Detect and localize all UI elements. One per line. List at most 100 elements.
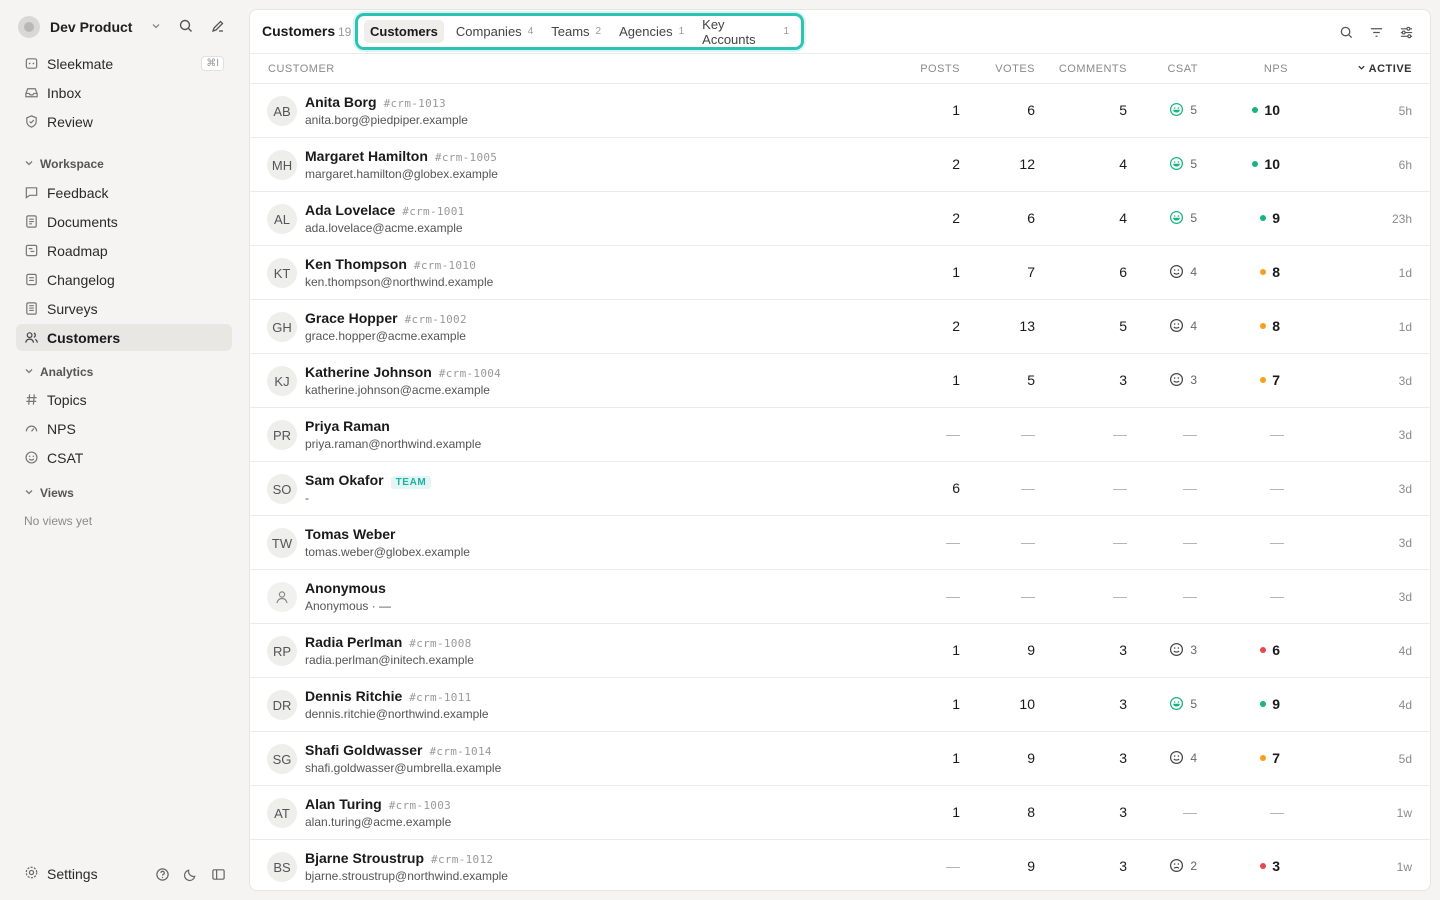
table-row[interactable]: AL Ada Lovelace #crm-1001 ada.lovelace@acme…: [250, 192, 1430, 246]
chat-icon: [23, 185, 39, 201]
customer-name[interactable]: Margaret Hamilton: [305, 148, 428, 164]
table-row[interactable]: BS Bjarne Stroustrup #crm-1012 bjarne.strou…: [250, 840, 1430, 890]
sidebar-item-label: Roadmap: [47, 242, 108, 259]
chevron-down-icon[interactable]: [150, 19, 162, 37]
table-row[interactable]: DR Dennis Ritchie #crm-1011 dennis.ritchie@…: [250, 678, 1430, 732]
sidebar-item-inbox[interactable]: Inbox: [16, 79, 232, 106]
tab-agencies[interactable]: Agencies 1: [613, 20, 690, 43]
csat-score: 4: [1169, 750, 1197, 765]
dark-mode-icon[interactable]: [182, 866, 198, 882]
workspace-name: Dev Product: [50, 19, 133, 35]
customer-name[interactable]: Grace Hopper: [305, 310, 398, 326]
sidebar-toggle-icon[interactable]: [210, 866, 226, 882]
table-row[interactable]: MH Margaret Hamilton #crm-1005 margaret.ham…: [250, 138, 1430, 192]
column-csat[interactable]: CSAT: [1167, 63, 1198, 75]
sidebar-item-roadmap[interactable]: Roadmap: [16, 237, 232, 264]
votes-count: 7: [1027, 264, 1035, 280]
changelog-icon: [23, 272, 39, 288]
last-active: 5d: [1398, 752, 1412, 766]
avatar: SO: [267, 474, 297, 504]
sort-desc-icon: [1357, 63, 1366, 75]
csat-value: 5: [1190, 696, 1197, 711]
section-analytics[interactable]: Analytics: [24, 365, 93, 379]
sidebar-item-sleekmate[interactable]: Sleekmate ⌘I: [16, 50, 232, 77]
column-active[interactable]: ACTIVE: [1357, 63, 1412, 75]
csat-value: 4: [1190, 318, 1197, 333]
sidebar-item-csat[interactable]: CSAT: [16, 444, 232, 471]
customer-name[interactable]: Tomas Weber: [305, 526, 396, 542]
customer-name[interactable]: Anita Borg: [305, 94, 377, 110]
customer-name[interactable]: Bjarne Stroustrup: [305, 850, 424, 866]
avatar: AL: [267, 204, 297, 234]
nps-value: 8: [1272, 318, 1280, 334]
nps-score: 8: [1260, 264, 1280, 280]
search-icon[interactable]: [1338, 24, 1354, 40]
sidebar-item-surveys[interactable]: Surveys: [16, 295, 232, 322]
tab-customers[interactable]: Customers: [364, 20, 444, 43]
smile-icon: [23, 450, 39, 466]
nps-score: —: [1270, 588, 1284, 604]
customer-name[interactable]: Katherine Johnson: [305, 364, 432, 380]
sidebar-item-review[interactable]: Review: [16, 108, 232, 135]
customer-name[interactable]: Radia Perlman: [305, 634, 402, 650]
filter-icon[interactable]: [1368, 24, 1384, 40]
customer-name[interactable]: Dennis Ritchie: [305, 688, 402, 704]
tab-companies[interactable]: Companies 4: [450, 20, 539, 43]
customer-name[interactable]: Shafi Goldwasser: [305, 742, 422, 758]
customer-name[interactable]: Anonymous: [305, 580, 386, 596]
table-row[interactable]: PR Priya Raman priya.raman@northwind.examp…: [250, 408, 1430, 462]
table-row[interactable]: GH Grace Hopper #crm-1002 grace.hopper@acme…: [250, 300, 1430, 354]
display-settings-icon[interactable]: [1398, 24, 1414, 40]
table-row[interactable]: AT Alan Turing #crm-1003 alan.turing@acme.e…: [250, 786, 1430, 840]
last-active: 3d: [1398, 590, 1412, 604]
search-icon[interactable]: [178, 18, 194, 39]
sidebar-item-documents[interactable]: Documents: [16, 208, 232, 235]
table-row[interactable]: RP Radia Perlman #crm-1008 radia.perlman@in…: [250, 624, 1430, 678]
customer-name[interactable]: Ken Thompson: [305, 256, 407, 272]
neutral-face-icon: [1169, 318, 1184, 333]
section-workspace[interactable]: Workspace: [24, 157, 104, 171]
table-row[interactable]: SO Sam Okafor TEAM - 6 — — — — 3d: [250, 462, 1430, 516]
sidebar-item-topics[interactable]: Topics: [16, 386, 232, 413]
sidebar-item-changelog[interactable]: Changelog: [16, 266, 232, 293]
avatar: TW: [267, 528, 297, 558]
column-posts[interactable]: POSTS: [920, 63, 960, 75]
column-comments[interactable]: COMMENTS: [1059, 63, 1127, 75]
table-row[interactable]: TW Tomas Weber tomas.weber@globex.example —…: [250, 516, 1430, 570]
customer-name[interactable]: Alan Turing: [305, 796, 382, 812]
workspace-switcher[interactable]: Dev Product: [18, 15, 232, 39]
table-row[interactable]: AB Anita Borg #crm-1013 anita.borg@piedpipe…: [250, 84, 1430, 138]
comments-count: 5: [1119, 318, 1127, 334]
tab-teams[interactable]: Teams 2: [545, 20, 607, 43]
customer-email: katherine.johnson@acme.example: [305, 383, 490, 397]
column-customer[interactable]: CUSTOMER: [268, 63, 335, 75]
posts-count: 6: [952, 480, 960, 496]
tab-count: 2: [595, 26, 602, 37]
nps-status-dot: [1260, 755, 1267, 761]
customer-name[interactable]: Sam Okafor: [305, 472, 384, 488]
help-icon[interactable]: [154, 866, 170, 882]
customer-name[interactable]: Ada Lovelace: [305, 202, 395, 218]
posts-count: 1: [952, 642, 960, 658]
sidebar-item-nps[interactable]: NPS: [16, 415, 232, 442]
table-row[interactable]: KT Ken Thompson #crm-1010 ken.thompson@nort…: [250, 246, 1430, 300]
compose-icon[interactable]: [210, 18, 226, 39]
avatar: RP: [267, 636, 297, 666]
sidebar-item-customers[interactable]: Customers: [16, 324, 232, 351]
column-votes[interactable]: VOTES: [995, 63, 1035, 75]
customer-email: radia.perlman@initech.example: [305, 653, 474, 667]
table-row[interactable]: SG Shafi Goldwasser #crm-1014 shafi.goldwas…: [250, 732, 1430, 786]
table-row[interactable]: KJ Katherine Johnson #crm-1004 katherine.jo…: [250, 354, 1430, 408]
comments-count: 3: [1119, 372, 1127, 388]
crm-id: #crm-1010: [413, 259, 477, 272]
nps-score: 6: [1260, 642, 1280, 658]
comments-count: 5: [1119, 102, 1127, 118]
tab-key-accounts[interactable]: Key Accounts 1: [696, 17, 795, 47]
nps-score: —: [1270, 480, 1284, 496]
table-row[interactable]: Anonymous Anonymous · — — — — — — 3d: [250, 570, 1430, 624]
column-nps[interactable]: NPS: [1264, 63, 1288, 75]
section-views[interactable]: Views: [24, 486, 74, 500]
nps-status-dot: [1252, 161, 1259, 167]
sidebar-item-feedback[interactable]: Feedback: [16, 179, 232, 206]
customer-name[interactable]: Priya Raman: [305, 418, 390, 434]
